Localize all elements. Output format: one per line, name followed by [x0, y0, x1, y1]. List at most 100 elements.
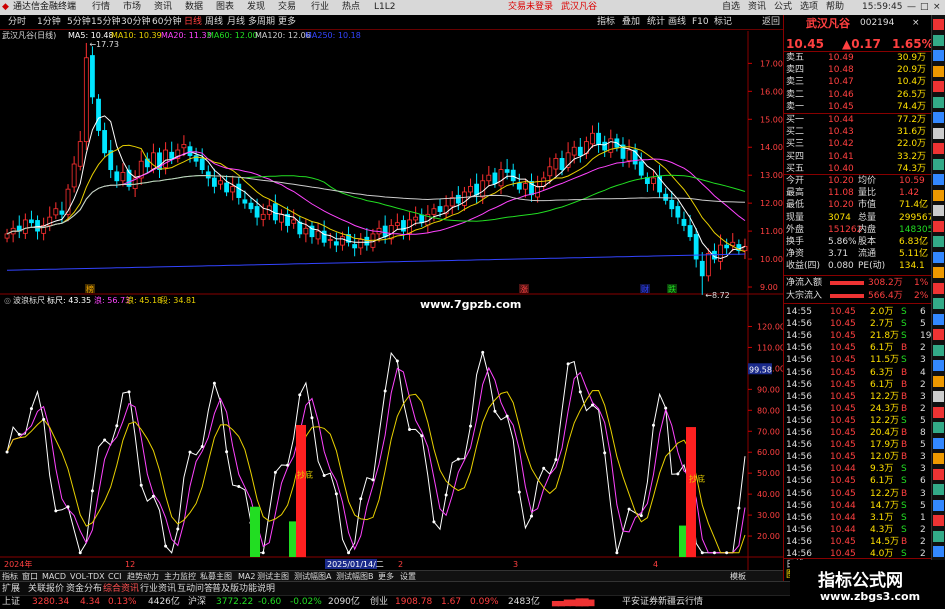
side-tool-icon[interactable]: [933, 453, 944, 464]
minimize-icon[interactable]: —: [907, 1, 916, 14]
side-tool-icon[interactable]: [933, 65, 944, 77]
logo-title: 指标公式网: [818, 571, 903, 591]
ind-tick-label: 30.00: [757, 511, 780, 520]
ext-industry[interactable]: 行业资讯: [140, 583, 176, 595]
site-logo: 指标公式网 www.zbgs3.com: [790, 560, 945, 609]
period-30min[interactable]: 30分钟: [121, 16, 150, 29]
ind-tick-label: 110.00: [757, 343, 783, 352]
side-tool-icon[interactable]: [933, 236, 944, 247]
ext-fund[interactable]: 资金分布: [66, 583, 102, 595]
side-tool-icon[interactable]: [933, 360, 944, 371]
price-tick-label: 11.00: [760, 227, 783, 236]
side-tool-icon[interactable]: [933, 267, 944, 278]
period-monthly[interactable]: 月线: [227, 16, 245, 29]
menu-hot[interactable]: 热点: [342, 1, 360, 14]
index-sh-label[interactable]: 上证: [2, 596, 20, 609]
menu-discover[interactable]: 发现: [247, 1, 265, 14]
side-tool-icon[interactable]: [933, 50, 944, 61]
period-weekly[interactable]: 周线: [205, 16, 223, 29]
oscillator-dot: [651, 423, 655, 427]
toolbar-draw[interactable]: 画线: [668, 16, 686, 29]
menu-trade[interactable]: 交易: [278, 1, 296, 14]
side-tool-icon[interactable]: [933, 391, 944, 402]
event-tag[interactable]: 涨: [520, 284, 528, 294]
side-tool-icon[interactable]: [933, 313, 944, 325]
period-15min[interactable]: 15分钟: [91, 16, 120, 29]
side-tool-icon[interactable]: [933, 329, 944, 340]
menu-data[interactable]: 数据: [185, 1, 203, 14]
side-tool-icon[interactable]: [933, 515, 944, 526]
tool-help[interactable]: 帮助: [826, 1, 844, 14]
side-tool-icon[interactable]: [933, 112, 944, 123]
side-tool-icon[interactable]: [933, 220, 944, 232]
toolbar-f10[interactable]: F10: [692, 16, 709, 29]
ext-expand[interactable]: 扩展: [2, 583, 20, 595]
event-tag[interactable]: 榜: [86, 284, 94, 294]
stat-label2: PE(动): [858, 261, 886, 272]
maximize-icon[interactable]: □: [920, 1, 929, 14]
side-tool-icon[interactable]: [933, 19, 944, 30]
side-tool-icon[interactable]: [933, 81, 944, 92]
side-tool-icon[interactable]: [933, 251, 944, 263]
period-more[interactable]: 更多: [278, 16, 296, 29]
close-icon[interactable]: ×: [933, 1, 941, 14]
side-tool-icon[interactable]: [933, 298, 944, 309]
ext-help[interactable]: 普及版功能说明: [212, 583, 275, 595]
event-tag[interactable]: 跌: [668, 284, 676, 294]
ext-news[interactable]: 综合资讯: [103, 583, 139, 595]
period-timeshare[interactable]: 分时: [8, 16, 26, 29]
menu-l1l2[interactable]: L1L2: [374, 1, 395, 14]
side-tool-icon[interactable]: [933, 344, 944, 356]
menu-quotes[interactable]: 行情: [92, 1, 110, 14]
side-tool-icon[interactable]: [933, 282, 944, 294]
side-tool-icon[interactable]: [933, 468, 944, 480]
toolbar-indicator[interactable]: 指标: [597, 16, 615, 29]
side-tool-icon[interactable]: [933, 189, 944, 201]
bid-price: 10.41: [828, 151, 854, 162]
period-60min[interactable]: 60分钟: [152, 16, 181, 29]
side-tool-icon[interactable]: [933, 422, 944, 433]
ext-qa[interactable]: 互动问答: [177, 583, 213, 595]
side-tool-icon[interactable]: [933, 96, 944, 108]
side-tool-icon[interactable]: [933, 437, 944, 449]
side-tool-icon[interactable]: [933, 205, 944, 216]
stock-name[interactable]: 武汉凡谷: [806, 17, 850, 30]
side-tool-icon[interactable]: [933, 530, 944, 542]
menu-chart[interactable]: 图表: [216, 1, 234, 14]
side-tool-icon[interactable]: [933, 406, 944, 418]
menu-market[interactable]: 市场: [123, 1, 141, 14]
tool-options[interactable]: 选项: [800, 1, 818, 14]
tool-news[interactable]: 资讯: [748, 1, 766, 14]
event-tag[interactable]: 财: [641, 284, 649, 294]
toolbar-stats[interactable]: 统计: [647, 16, 665, 29]
side-tool-icon[interactable]: [933, 143, 944, 154]
tick-price: 10.44: [830, 464, 856, 475]
ext-related[interactable]: 关联报价: [28, 583, 64, 595]
side-tool-icon[interactable]: [933, 375, 944, 387]
period-5min[interactable]: 5分钟: [67, 16, 91, 29]
side-tool-icon[interactable]: [933, 34, 944, 46]
tool-formula[interactable]: 公式: [774, 1, 792, 14]
quote-close-icon[interactable]: ×: [912, 17, 920, 30]
side-tool-icon[interactable]: [933, 546, 944, 557]
period-1min[interactable]: 1分钟: [37, 16, 61, 29]
toolbar-back[interactable]: 返回: [762, 16, 780, 29]
toolbar-overlay[interactable]: 叠加: [622, 16, 640, 29]
index-hs-pct: -0.02%: [290, 597, 322, 607]
period-multi[interactable]: 多周期: [248, 16, 275, 29]
side-tool-icon[interactable]: [933, 484, 944, 495]
menu-news[interactable]: 资讯: [154, 1, 172, 14]
period-daily[interactable]: 日线: [184, 16, 202, 29]
side-tool-icon[interactable]: [933, 127, 944, 139]
side-tool-icon[interactable]: [933, 499, 944, 511]
indicator-close-icon[interactable]: ◎: [4, 296, 11, 306]
side-tool-icon[interactable]: [933, 158, 944, 170]
toolbar-mark[interactable]: 标记: [714, 16, 732, 29]
tool-watchlist[interactable]: 自选: [722, 1, 740, 14]
index-hs-label[interactable]: 沪深: [188, 596, 206, 609]
alert-trade-login[interactable]: 交易未登录: [508, 1, 553, 14]
menu-industry[interactable]: 行业: [311, 1, 329, 14]
index-cy-label[interactable]: 创业: [370, 596, 388, 609]
alert-stock[interactable]: 武汉凡谷: [561, 1, 597, 14]
side-tool-icon[interactable]: [933, 174, 944, 185]
